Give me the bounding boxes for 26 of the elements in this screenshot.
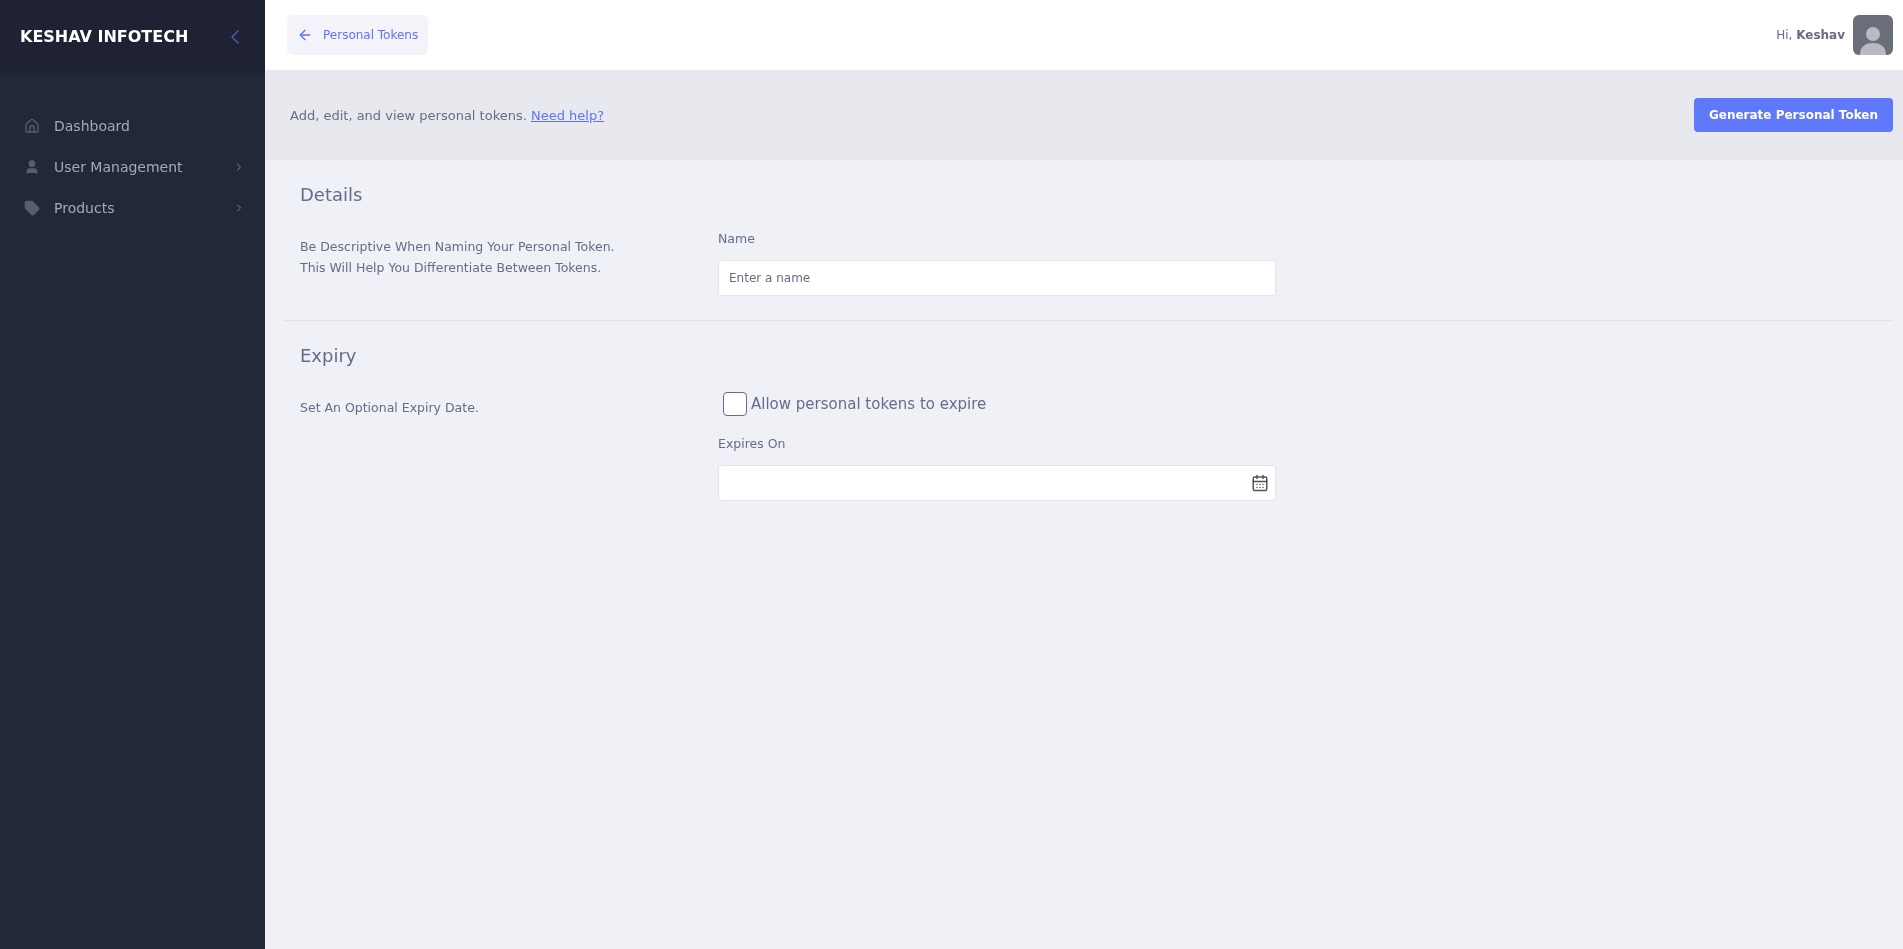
help-link[interactable]: Need help? [531,107,605,123]
checkbox[interactable] [723,392,747,416]
field-label: Expires On [718,436,787,451]
banner-text: Add, edit, and view personal tokens. Need help? [290,107,605,123]
brand-name: KESHAV INFOTECH [20,27,189,46]
sidebar-item[interactable]: User Management [0,146,265,187]
section-title: Expiry [300,345,358,366]
section-description: This Will Help You Differentiate Between Tokens. [300,260,603,275]
arrow-left-icon [297,27,313,43]
sidebar-item[interactable]: Dashboard [0,105,265,146]
section-description: Set An Optional Expiry Date. [300,400,480,415]
home-icon [24,117,40,134]
expire-checkbox[interactable]: Allow personal tokens to expire [723,392,1276,416]
section-description: Be Descriptive When Naming Your Personal Token. [300,239,616,254]
user-icon [24,158,40,175]
back-button[interactable]: Personal Tokens [287,15,429,55]
tag-icon [24,199,40,216]
generate-button[interactable]: Generate Personal Token [1693,98,1893,132]
calendar-icon[interactable] [1251,474,1269,492]
user-greeting: Hi, Keshav [1776,28,1845,42]
section-title: Details [300,184,364,205]
name-input-field[interactable]: Enter a name [718,260,1276,296]
date-input-field[interactable] [718,465,1276,501]
avatar[interactable] [1853,15,1893,55]
sidebar-item[interactable]: Products [0,187,265,228]
field-label: Name [718,231,756,246]
